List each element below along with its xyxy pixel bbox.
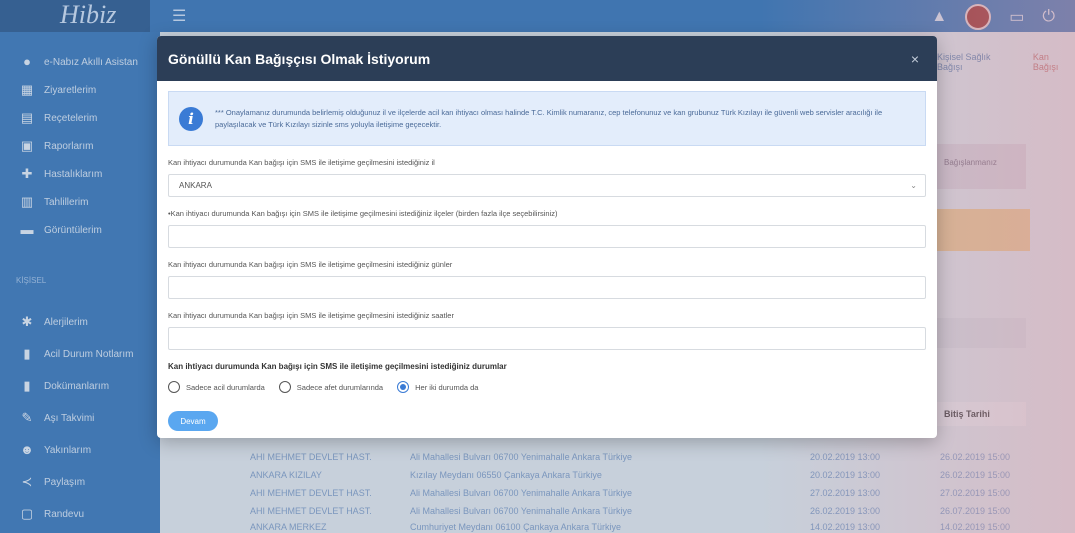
city-select[interactable]: ANKARA ⌄ <box>168 174 926 197</box>
radio-disaster-only[interactable]: Sadece afet durumlarında <box>278 381 384 393</box>
radio-label: Sadece acil durumlarda <box>186 382 265 392</box>
districts-label: •Kan ihtiyacı durumunda Kan bağışı için … <box>168 209 558 218</box>
hours-input[interactable] <box>168 327 926 350</box>
continue-button[interactable]: Devam <box>168 411 218 431</box>
hours-label: Kan ihtiyacı durumunda Kan bağışı için S… <box>168 311 454 320</box>
city-select-value: ANKARA <box>179 181 212 190</box>
days-label: Kan ihtiyacı durumunda Kan bağışı için S… <box>168 260 453 269</box>
days-input[interactable] <box>168 276 926 299</box>
radio-emergency-only[interactable]: Sadece acil durumlarda <box>168 381 265 393</box>
radio-circle[interactable] <box>168 381 180 393</box>
city-label: Kan ihtiyacı durumunda Kan bağışı için S… <box>168 158 435 167</box>
modal-title: Gönüllü Kan Bağışçısı Olmak İstiyorum <box>168 50 431 67</box>
close-icon[interactable]: × <box>911 51 919 67</box>
blood-donor-modal: Gönüllü Kan Bağışçısı Olmak İstiyorum × … <box>157 36 937 438</box>
info-alert: i *** Onaylamanız durumunda belirlemiş o… <box>168 91 926 146</box>
info-text: *** Onaylamanız durumunda belirlemiş old… <box>215 107 883 129</box>
radio-circle-selected[interactable] <box>397 381 410 393</box>
modal-body: i *** Onaylamanız durumunda belirlemiş o… <box>157 81 937 431</box>
radio-circle[interactable] <box>278 381 291 393</box>
radio-label: Her iki durumda da <box>415 382 479 392</box>
chevron-down-icon: ⌄ <box>910 181 917 190</box>
radio-label: Sadece afet durumlarında <box>296 382 384 392</box>
modal-header: Gönüllü Kan Bağışçısı Olmak İstiyorum × <box>157 36 937 81</box>
info-icon: i <box>179 106 203 131</box>
situations-label: Kan ihtiyacı durumunda Kan bağışı için S… <box>168 362 507 371</box>
situations-radio-group: Sadece acil durumlarda Sadece afet durum… <box>168 381 926 393</box>
districts-input[interactable] <box>168 225 926 248</box>
radio-both[interactable]: Her iki durumda da <box>397 381 478 393</box>
